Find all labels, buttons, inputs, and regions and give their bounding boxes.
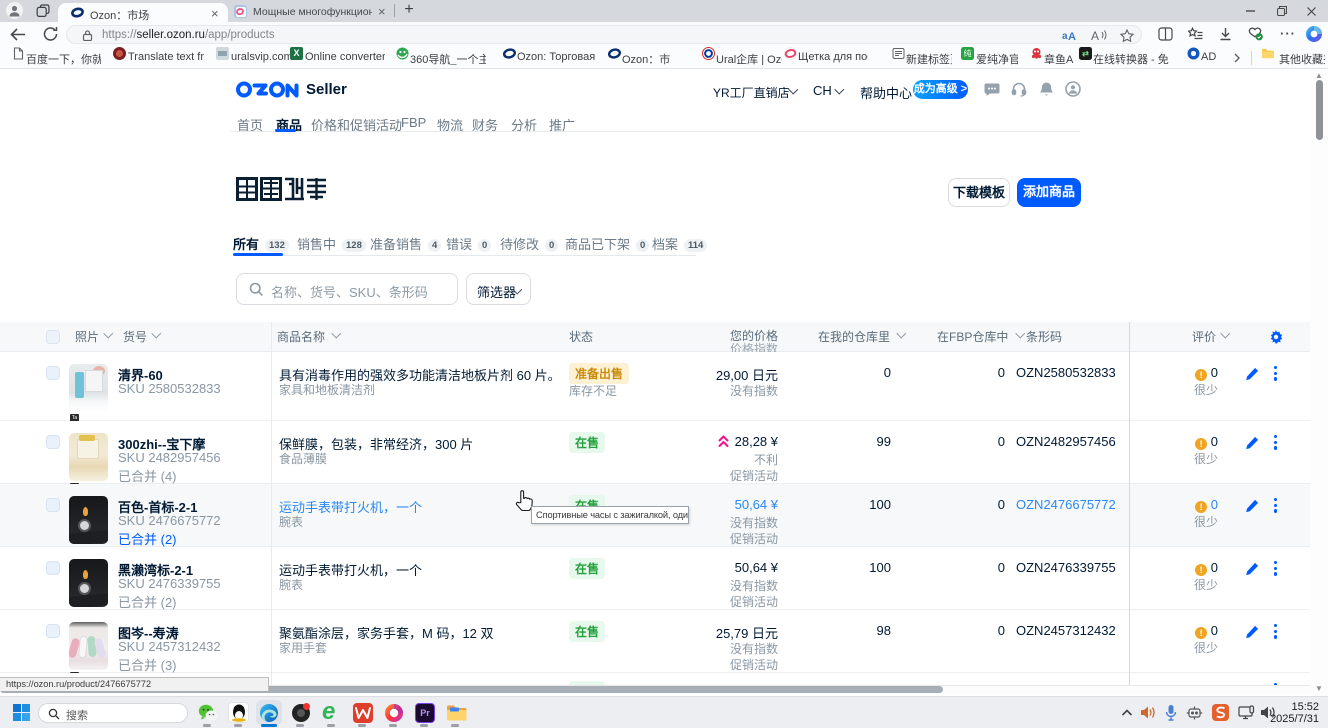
svg-text:A: A — [1068, 31, 1076, 41]
svg-text:A: A — [1091, 29, 1099, 42]
